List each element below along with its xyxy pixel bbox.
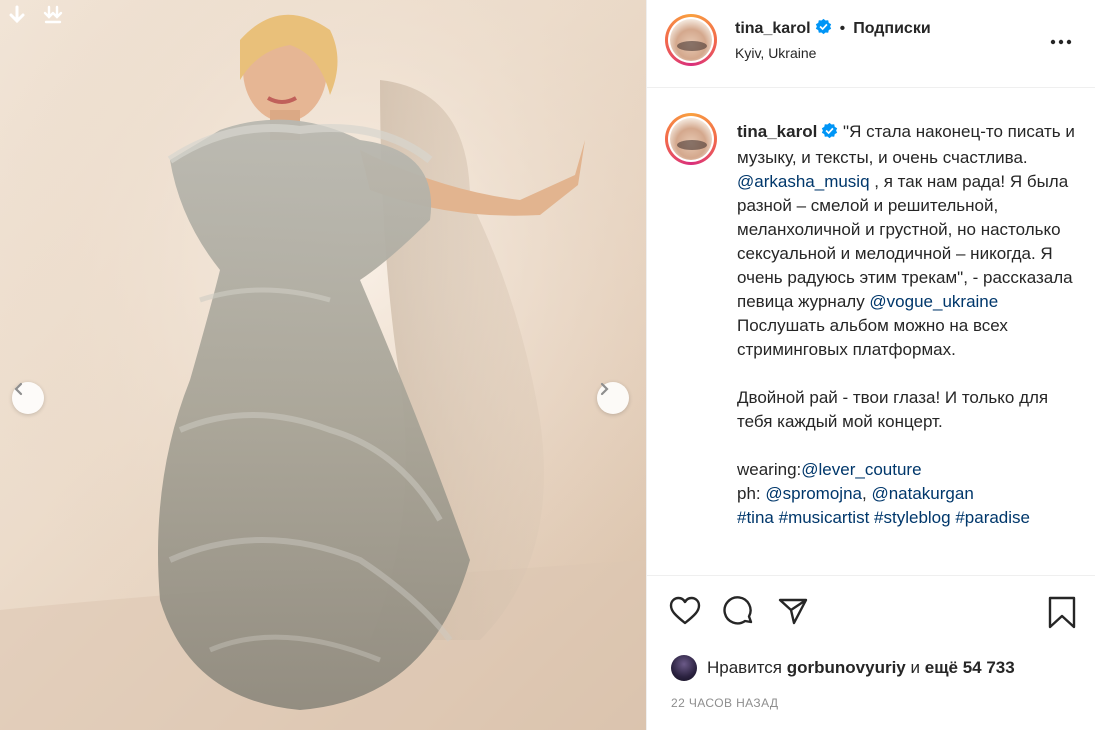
following-button[interactable]: Подписки — [853, 20, 930, 38]
likes-prefix: Нравится — [707, 658, 783, 677]
post-details-panel: tina_karol • Подписки Kyiv, Ukraine tina… — [646, 0, 1095, 730]
caption-username[interactable]: tina_karol — [737, 122, 817, 141]
likes-summary[interactable]: Нравится gorbunovyuriy и ещё 54 733 — [671, 655, 1015, 681]
post-header: tina_karol • Подписки Kyiv, Ukraine — [647, 0, 1095, 88]
next-slide-button[interactable] — [597, 382, 629, 414]
post-timestamp[interactable]: 22 ЧАСОВ НАЗАД — [671, 696, 778, 710]
caption-text: ph: — [737, 484, 766, 503]
post-caption: tina_karol "Я стала наконец-то писать и … — [737, 120, 1077, 530]
header-username[interactable]: tina_karol — [735, 20, 811, 38]
chevron-right-icon — [600, 382, 609, 396]
profile-avatar[interactable] — [665, 14, 717, 66]
likes-and: и — [910, 658, 921, 677]
verified-badge-icon — [815, 18, 832, 40]
mention-link[interactable]: @spromojna — [765, 484, 862, 503]
action-bar — [647, 578, 1095, 642]
mention-link[interactable]: @arkasha_musiq — [737, 172, 870, 191]
photo-illustration — [0, 0, 646, 730]
caption-scroll-area[interactable]: tina_karol "Я стала наконец-то писать и … — [647, 89, 1095, 576]
liker-avatar[interactable] — [671, 655, 697, 681]
more-options-icon[interactable] — [1050, 32, 1072, 50]
liker-username[interactable]: gorbunovyuriy — [787, 658, 906, 678]
mention-link[interactable]: @natakurgan — [871, 484, 973, 503]
caption-avatar[interactable] — [665, 113, 717, 165]
caption-text: Послушать альбом можно на всех стриминго… — [737, 316, 1049, 479]
hashtag-link[interactable]: #styleblog — [874, 508, 951, 527]
comment-icon[interactable] — [723, 596, 755, 631]
chevron-left-icon — [14, 382, 23, 396]
location-link[interactable]: Kyiv, Ukraine — [735, 45, 816, 61]
verified-badge-icon — [821, 122, 838, 146]
hashtag-link[interactable]: #tina — [737, 508, 774, 527]
mention-link[interactable]: @lever_couture — [801, 460, 921, 479]
heart-icon[interactable] — [669, 596, 701, 631]
bookmark-icon[interactable] — [1047, 596, 1077, 635]
share-icon[interactable] — [777, 596, 809, 631]
caption-text: , я так нам рада! Я была разной – смелой… — [737, 172, 1078, 311]
post-photo[interactable] — [0, 0, 646, 730]
separator-dot: • — [839, 20, 846, 37]
likes-count[interactable]: ещё 54 733 — [925, 658, 1015, 678]
mention-link[interactable]: @vogue_ukraine — [869, 292, 998, 311]
hashtag-link[interactable]: #paradise — [955, 508, 1030, 527]
prev-slide-button[interactable] — [12, 382, 44, 414]
hashtag-link[interactable]: #musicartist — [779, 508, 870, 527]
